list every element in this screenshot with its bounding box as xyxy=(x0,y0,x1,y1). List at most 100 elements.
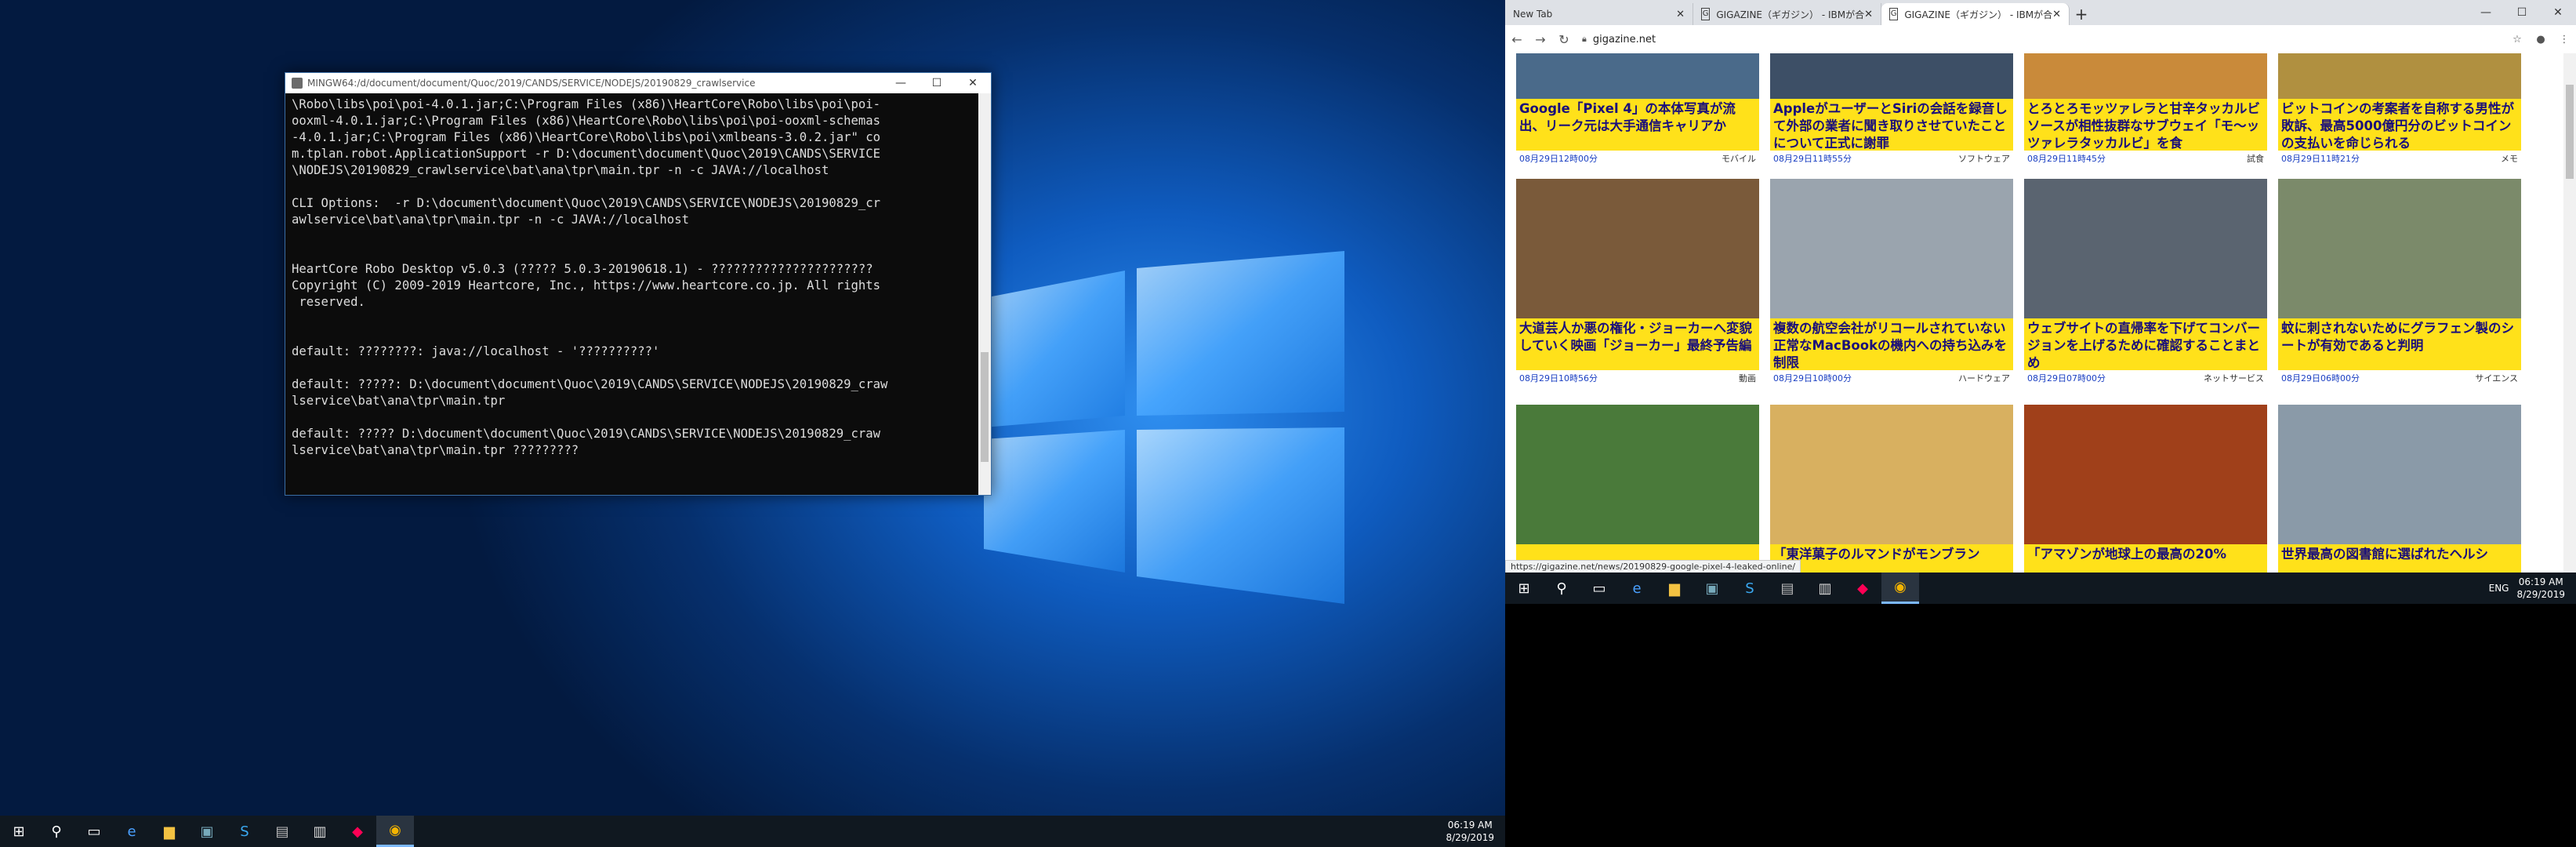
clock[interactable]: 06:19 AM 8/29/2019 xyxy=(1446,819,1494,844)
forward-icon[interactable]: → xyxy=(1529,32,1552,47)
edge-icon[interactable]: e xyxy=(113,816,151,847)
search-icon[interactable]: ⚲ xyxy=(38,816,75,847)
tab-gigazine-1[interactable]: G GIGAZINE（ギガジン） - IBMが合 ✕ xyxy=(1693,3,1881,25)
language-indicator[interactable]: ENG xyxy=(2489,582,2509,594)
git-icon[interactable]: ◆ xyxy=(339,816,376,847)
article-title[interactable]: 世界最高の図書館に選ばれたヘルシ xyxy=(2278,544,2521,573)
page-scrollbar[interactable] xyxy=(2563,53,2576,573)
article-category[interactable]: メモ xyxy=(2501,152,2518,165)
article-thumbnail[interactable] xyxy=(1516,53,1759,99)
page-content: Google「Pixel 4」の本体写真が流出、リーク元は大手通信キャリアか 08… xyxy=(1505,53,2576,573)
article-title[interactable]: ビットコインの考案者を自称する男性が敗訴、最高5000億円分のビットコインの支払… xyxy=(2278,99,2521,151)
file-explorer-icon[interactable]: ▆ xyxy=(151,816,188,847)
article-card[interactable]: 複数の航空会社がリコールされていない正常なMacBookの機内への持ち込みを制限… xyxy=(1770,179,2013,386)
article-title[interactable]: 蚊に刺されないためにグラフェン製のシートが有効であると判明 xyxy=(2278,318,2521,370)
app-icon[interactable]: ▤ xyxy=(263,816,301,847)
article-thumbnail[interactable] xyxy=(2278,405,2521,544)
chrome-icon[interactable]: ◉ xyxy=(1881,573,1919,604)
article-category[interactable]: 試食 xyxy=(2247,152,2264,165)
article-card[interactable] xyxy=(1516,405,1759,573)
tray[interactable]: ENG 06:19 AM 8/29/2019 xyxy=(2489,576,2565,601)
article-title[interactable]: 複数の航空会社がリコールされていない正常なMacBookの機内への持ち込みを制限 xyxy=(1770,318,2013,370)
file-explorer-icon[interactable]: ▆ xyxy=(1656,573,1693,604)
maximize-button[interactable]: ☐ xyxy=(919,77,955,89)
skype-icon[interactable]: S xyxy=(1731,573,1769,604)
article-card[interactable]: ビットコインの考案者を自称する男性が敗訴、最高5000億円分のビットコインの支払… xyxy=(2278,53,2521,166)
article-title[interactable]: ウェブサイトの直帰率を下げてコンバージョンを上げるために確認することまとめ xyxy=(2024,318,2267,370)
start-icon[interactable]: ⊞ xyxy=(1505,573,1543,604)
task-view-icon[interactable]: ▭ xyxy=(75,816,113,847)
back-icon[interactable]: ← xyxy=(1505,32,1529,47)
article-card[interactable]: AppleがユーザーとSiriの会話を録音して外部の業者に聞き取りさせていたこと… xyxy=(1770,53,2013,166)
article-thumbnail[interactable] xyxy=(1770,405,2013,544)
article-card[interactable]: ウェブサイトの直帰率を下げてコンバージョンを上げるために確認することまとめ 08月… xyxy=(2024,179,2267,386)
close-icon[interactable]: ✕ xyxy=(2052,9,2061,20)
article-card[interactable]: 「アマゾンが地球上の最高の20% xyxy=(2024,405,2267,573)
article-title[interactable]: とろとろモッツァレラと甘辛タッカルビソースが相性抜群なサブウェイ「モ～ッツァレラ… xyxy=(2024,99,2267,151)
article-thumbnail[interactable] xyxy=(1516,405,1759,544)
terminal-window[interactable]: MINGW64:/d/document/document/Quoc/2019/C… xyxy=(285,72,992,496)
profile-icon[interactable]: ● xyxy=(2529,34,2552,45)
article-card[interactable]: 蚊に刺されないためにグラフェン製のシートが有効であると判明 08月29日06時00… xyxy=(2278,179,2521,386)
close-icon[interactable]: ✕ xyxy=(1676,9,1685,20)
skype-icon[interactable]: S xyxy=(226,816,263,847)
article-category[interactable]: サイエンス xyxy=(2475,372,2518,384)
article-thumbnail[interactable] xyxy=(2024,405,2267,544)
tab-gigazine-2[interactable]: G GIGAZINE（ギガジン） - IBMが合 ✕ xyxy=(1881,3,2070,25)
article-title[interactable]: AppleがユーザーとSiriの会話を録音して外部の業者に聞き取りさせていたこと… xyxy=(1770,99,2013,151)
taskbar-left: ⊞ ⚲ ▭ e ▆ ▣ S ▤ ▥ ◆ ◉ 06:19 AM 8/29/2019 xyxy=(0,816,1505,847)
maximize-button[interactable]: ☐ xyxy=(2504,6,2540,19)
chrome-icon[interactable]: ◉ xyxy=(376,816,414,847)
reload-icon[interactable]: ↻ xyxy=(1552,32,1576,47)
close-icon[interactable]: ✕ xyxy=(1864,9,1873,20)
article-thumbnail[interactable] xyxy=(1770,53,2013,99)
minimize-button[interactable]: — xyxy=(2468,6,2504,19)
article-title[interactable]: Google「Pixel 4」の本体写真が流出、リーク元は大手通信キャリアか xyxy=(1516,99,1759,151)
article-card[interactable]: 世界最高の図書館に選ばれたヘルシ xyxy=(2278,405,2521,573)
article-category[interactable]: ネットサービス xyxy=(2204,372,2264,384)
app-icon[interactable]: ▣ xyxy=(1693,573,1731,604)
close-button[interactable]: ✕ xyxy=(2540,6,2576,19)
article-category[interactable]: ソフトウェア xyxy=(1958,152,2010,165)
article-date: 08月29日10時00分 xyxy=(1773,373,1852,384)
article-category[interactable]: モバイル xyxy=(1722,152,1756,165)
task-view-icon[interactable]: ▭ xyxy=(1580,573,1618,604)
app-icon[interactable]: ▣ xyxy=(188,816,226,847)
menu-icon[interactable]: ⋮ xyxy=(2552,34,2576,45)
app-icon[interactable]: ▤ xyxy=(1769,573,1806,604)
start-icon[interactable]: ⊞ xyxy=(0,816,38,847)
article-title[interactable]: 大道芸人か悪の権化・ジョーカーへ変貌していく映画「ジョーカー」最終予告編 xyxy=(1516,318,1759,370)
article-thumbnail[interactable] xyxy=(1770,179,2013,318)
terminal-titlebar[interactable]: MINGW64:/d/document/document/Quoc/2019/C… xyxy=(285,73,991,93)
article-thumbnail[interactable] xyxy=(2278,53,2521,99)
tab-newtab[interactable]: New Tab ✕ xyxy=(1505,3,1693,25)
terminal-scrollbar[interactable] xyxy=(978,93,991,495)
article-category[interactable]: 動画 xyxy=(1739,372,1756,384)
notepad-icon[interactable]: ▥ xyxy=(1806,573,1844,604)
terminal-output[interactable]: \Robo\libs\poi\poi-4.0.1.jar;C:\Program … xyxy=(285,93,991,492)
bookmark-star-icon[interactable]: ☆ xyxy=(2505,34,2529,45)
article-thumbnail[interactable] xyxy=(2278,179,2521,318)
tab-label: GIGAZINE（ギガジン） - IBMが合 xyxy=(1716,9,1865,20)
article-card[interactable]: 「東洋菓子のルマンドがモンブラン xyxy=(1770,405,2013,573)
edge-icon[interactable]: e xyxy=(1618,573,1656,604)
article-card[interactable]: 大道芸人か悪の権化・ジョーカーへ変貌していく映画「ジョーカー」最終予告編 08月2… xyxy=(1516,179,1759,386)
article-category[interactable]: ハードウェア xyxy=(1958,372,2010,384)
article-date: 08月29日11時45分 xyxy=(2027,154,2106,164)
close-button[interactable]: ✕ xyxy=(955,77,991,89)
git-icon[interactable]: ◆ xyxy=(1844,573,1881,604)
article-thumbnail[interactable] xyxy=(2024,179,2267,318)
new-tab-button[interactable]: + xyxy=(2070,3,2093,25)
address-bar[interactable]: 🔒︎ gigazine.net xyxy=(1582,34,2505,45)
article-title[interactable]: 「東洋菓子のルマンドがモンブラン xyxy=(1770,544,2013,573)
article-thumbnail[interactable] xyxy=(2024,53,2267,99)
article-card[interactable]: とろとろモッツァレラと甘辛タッカルビソースが相性抜群なサブウェイ「モ～ッツァレラ… xyxy=(2024,53,2267,166)
minimize-button[interactable]: — xyxy=(883,77,919,89)
article-thumbnail[interactable] xyxy=(1516,179,1759,318)
article-card[interactable]: Google「Pixel 4」の本体写真が流出、リーク元は大手通信キャリアか 08… xyxy=(1516,53,1759,166)
article-meta: 08月29日07時00分 ネットサービス xyxy=(2024,370,2267,386)
article-meta: 08月29日06時00分 サイエンス xyxy=(2278,370,2521,386)
search-icon[interactable]: ⚲ xyxy=(1543,573,1580,604)
notepad-icon[interactable]: ▥ xyxy=(301,816,339,847)
article-title[interactable]: 「アマゾンが地球上の最高の20% xyxy=(2024,544,2267,573)
